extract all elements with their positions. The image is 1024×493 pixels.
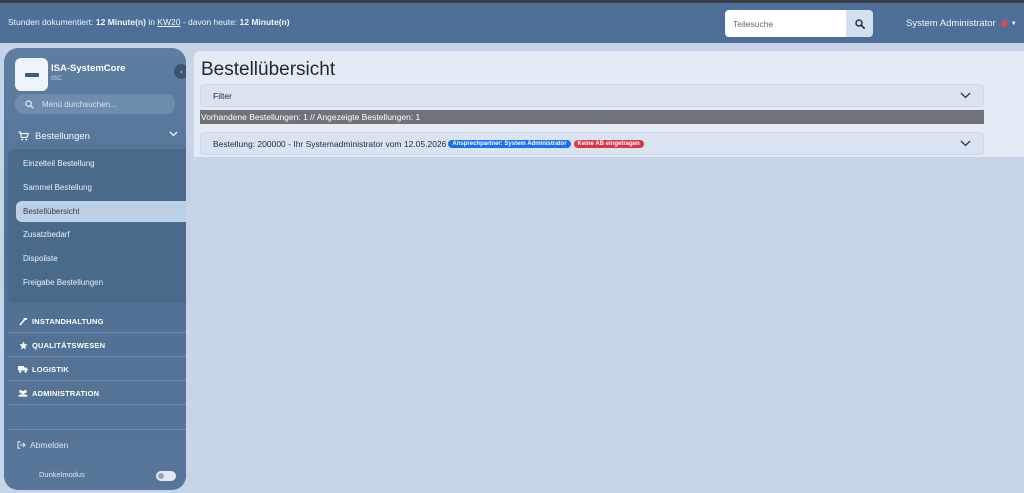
sidebar-item-label: ADMINISTRATION xyxy=(32,388,100,398)
sidebar-item-dispoliste[interactable]: Dispoliste xyxy=(23,254,58,263)
cart-icon xyxy=(18,131,29,141)
divider xyxy=(8,332,186,333)
sidebar-item-bestelluebersicht[interactable]: Bestellübersicht xyxy=(16,201,186,222)
sidebar-item-label: LOGISTIK xyxy=(32,364,70,374)
darkmode-label: Dunkelmodus xyxy=(39,470,85,479)
chevron-down-icon xyxy=(960,92,971,99)
user-status-icon xyxy=(1000,20,1008,27)
divider xyxy=(8,404,186,405)
brand-subtitle: ISC xyxy=(51,75,62,82)
section-bestellungen-label: Bestellungen xyxy=(35,130,90,142)
chevron-down-icon xyxy=(960,140,971,147)
sidebar-item-logistik[interactable]: LOGISTIK xyxy=(18,359,186,379)
caret-down-icon: ▼ xyxy=(1010,20,1017,27)
sidebar-item-qualitaetswesen[interactable]: QUALITÄTSWESEN xyxy=(18,335,186,355)
page-title: Bestellübersicht xyxy=(201,59,336,80)
ab-status-badge: Keine AB eingetragen xyxy=(573,140,644,148)
menu-search[interactable]: Menü durchsuchen... xyxy=(15,94,175,114)
user-name: System Administrator xyxy=(906,18,996,29)
hours-today: 12 Minute(n) xyxy=(239,17,290,27)
part-search-button[interactable] xyxy=(846,10,873,37)
order-summary-bar: Vorhandene Bestellungen: 1 // Angezeigte… xyxy=(200,110,984,124)
filter-panel[interactable]: Filter xyxy=(200,84,984,107)
menu-search-placeholder: Menü durchsuchen... xyxy=(42,99,117,109)
truck-icon xyxy=(18,365,28,373)
user-menu[interactable]: System Administrator ▼ xyxy=(906,18,1017,29)
part-search xyxy=(725,10,873,37)
content-panel: Bestellübersicht Filter Vorhandene Beste… xyxy=(194,51,1024,157)
week-link[interactable]: KW20 xyxy=(157,17,180,27)
sidebar-item-label: INSTANDHALTUNG xyxy=(32,316,104,326)
order-title: Bestellung: 200000 - Ihr Systemadministr… xyxy=(213,139,447,149)
main-content: Bestellübersicht Filter Vorhandene Beste… xyxy=(194,51,1024,490)
part-search-input[interactable] xyxy=(725,10,846,37)
divider xyxy=(8,356,186,357)
hours-info-prefix: Stunden dokumentiert: xyxy=(8,17,96,27)
users-icon xyxy=(18,389,28,398)
hammer-icon xyxy=(18,317,28,326)
hours-today-text: - davon heute: xyxy=(180,17,240,27)
sidebar-item-administration[interactable]: ADMINISTRATION xyxy=(18,383,186,403)
section-bestellungen[interactable]: Bestellungen xyxy=(18,128,178,144)
logout-link[interactable]: Abmelden xyxy=(17,440,68,450)
sidebar-item-freigabe-bestellungen[interactable]: Freigabe Bestellungen xyxy=(23,278,103,287)
sidebar-item-instandhaltung[interactable]: INSTANDHALTUNG xyxy=(18,311,186,331)
collapse-sidebar-icon[interactable]: ‹ xyxy=(174,64,186,79)
order-row-content: Bestellung: 200000 - Ihr Systemadministr… xyxy=(213,139,644,149)
hours-info: Stunden dokumentiert: 12 Minute(n) in KW… xyxy=(8,17,290,27)
divider xyxy=(8,380,186,381)
star-icon xyxy=(18,340,28,350)
sidebar-item-label: QUALITÄTSWESEN xyxy=(32,340,106,350)
search-icon xyxy=(25,99,34,109)
darkmode-toggle[interactable] xyxy=(156,471,176,481)
divider xyxy=(8,429,186,430)
filter-label: Filter xyxy=(213,91,232,101)
top-bar: Stunden dokumentiert: 12 Minute(n) in KW… xyxy=(0,0,1024,43)
hours-total: 12 Minute(n) xyxy=(95,17,146,27)
sidebar-item-sammel-bestellung[interactable]: Sammel Bestellung xyxy=(23,183,92,192)
sidebar-item-zusatzbedarf[interactable]: Zusatzbedarf xyxy=(23,230,70,239)
chevron-down-icon xyxy=(169,131,178,137)
order-row[interactable]: Bestellung: 200000 - Ihr Systemadministr… xyxy=(200,132,984,155)
search-icon xyxy=(854,18,865,29)
brand-name: ISA-SystemCore xyxy=(51,63,126,74)
contact-badge: Ansprechpartner: System Administrator xyxy=(448,140,571,148)
hours-in-text: in xyxy=(145,17,158,27)
logout-label: Abmelden xyxy=(30,440,69,450)
brand-logo xyxy=(15,58,48,91)
sidebar: ISA-SystemCore ISC ‹ Menü durchsuchen...… xyxy=(4,48,186,490)
bestellungen-submenu: Einzelteil Bestellung Sammel Bestellung … xyxy=(8,149,186,303)
sidebar-item-einzelteil-bestellung[interactable]: Einzelteil Bestellung xyxy=(23,159,95,168)
sign-out-icon xyxy=(17,441,26,449)
